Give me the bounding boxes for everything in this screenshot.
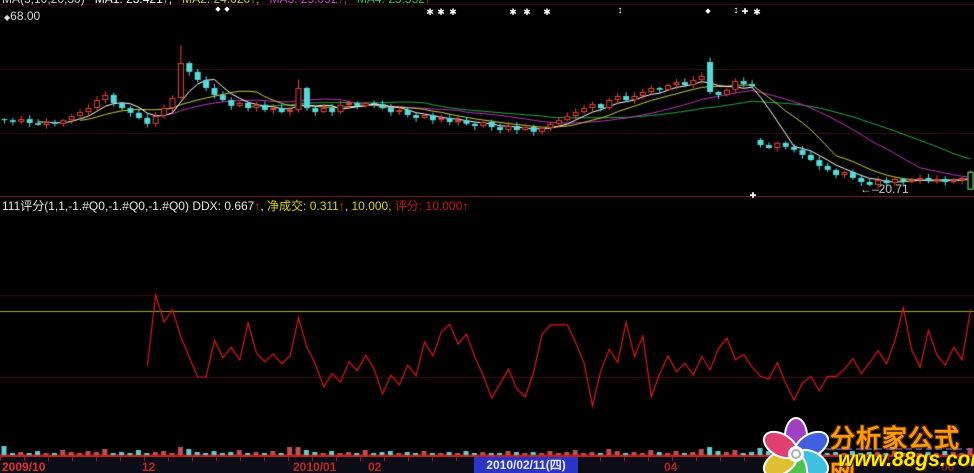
ma-readout-segment: MA3: 25.092↑,	[270, 0, 347, 6]
axis-date-label: 04	[664, 460, 677, 473]
signal-marker-icon: ✱	[509, 8, 517, 17]
signal-marker-icon: ↕	[618, 6, 623, 16]
signal-marker-icon: ✱	[449, 8, 457, 17]
axis-date-label: 2009/10	[2, 460, 45, 473]
signal-marker-icon: ✚	[750, 192, 757, 200]
price-label-top: ◆68.00	[4, 9, 40, 23]
indicator-readout-segment: DDX: 0.667	[192, 199, 254, 213]
signal-marker-icon: ◆	[705, 8, 710, 15]
ma-readout-segment: MA(5,10,20,30)	[2, 0, 85, 6]
signal-marker-icon: ✱	[523, 8, 531, 17]
signal-marker-icon: ◆	[215, 6, 220, 13]
chart-canvas[interactable]	[0, 0, 974, 473]
indicator-readout-segment: 净成交: 0.311	[267, 199, 339, 213]
watermark-url: www.88gs.com	[838, 448, 974, 472]
flower-logo-icon	[756, 414, 836, 473]
selected-date-badge: 2010/02/11(四)	[474, 457, 578, 473]
signal-marker-icon: ↕	[734, 6, 739, 16]
indicator-readout-segment: , 10.000,	[345, 199, 395, 213]
signal-marker-icon: ✱	[437, 8, 445, 17]
signal-marker-icon: ✱	[543, 8, 551, 17]
signal-marker-icon: ◆	[224, 6, 229, 13]
signal-marker-icon: ✚	[742, 8, 749, 16]
indicator-readout-segment: 111评分(1,1,-1.#Q0,-1.#Q0,-1.#Q0)	[2, 199, 192, 213]
indicator-readout: 111评分(1,1,-1.#Q0,-1.#Q0,-1.#Q0) DDX: 0.6…	[2, 197, 468, 214]
signal-marker-icon: ✱	[426, 8, 434, 17]
signal-marker-icon: ✱	[753, 8, 761, 17]
price-label-top-text: 68.00	[10, 9, 40, 23]
ma-readout: MA(5,10,20,30) MA1: 23.421↑, MA2: 24.020↑,…	[2, 0, 972, 6]
axis-date-label: 02	[368, 460, 381, 473]
indicator-readout-segment: ↑	[462, 199, 468, 213]
watermark: 分析家公式网 www.88gs.com	[756, 412, 974, 473]
indicator-readout-segment: 评分: 10.000	[395, 199, 462, 213]
ma-readout-segment: MA1: 23.421↑,	[95, 0, 172, 6]
price-label-last: ←–20.71	[860, 182, 909, 196]
axis-date-label: 2010/01	[293, 460, 336, 473]
axis-date-label: 12	[142, 460, 155, 473]
ma-readout-segment: MA2: 24.020↑,	[182, 0, 259, 6]
stock-chart-window: MA(5,10,20,30) MA1: 23.421↑, MA2: 24.020↑,…	[0, 0, 974, 473]
ma-readout-segment: MA4: 23.332↑	[357, 0, 431, 6]
